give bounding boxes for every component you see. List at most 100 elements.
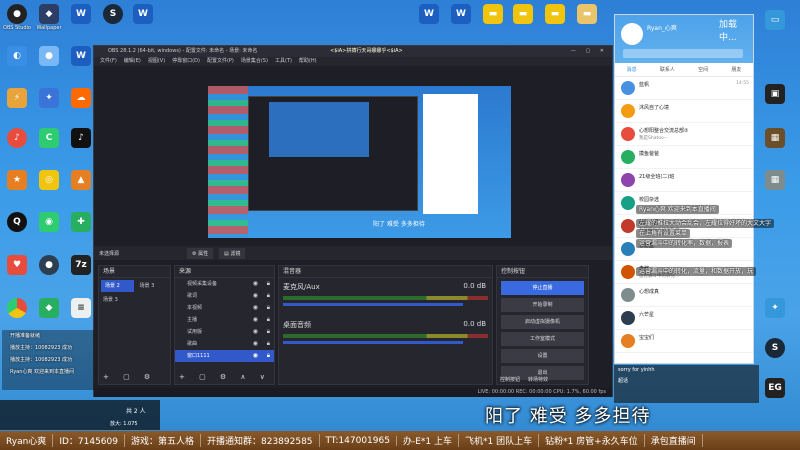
tab-space[interactable]: 空间 [698,63,708,76]
scene-item[interactable]: 场景 2 [101,280,134,292]
list-item[interactable]: 心想阳整合交流总部② 我是Shatoo-- [615,123,753,146]
desktop-icon-app-12[interactable]: ◆ [34,298,64,318]
menu-file[interactable]: 文件(F) [100,57,117,66]
menu-help[interactable]: 帮助(H) [299,57,317,66]
start-recording-button[interactable]: 开始录制 [501,298,584,312]
obs-menu-bar[interactable]: 文件(F) 编辑(E) 视图(V) 停靠窗口(D) 配置文件(P) 场景集合(S… [94,57,612,66]
desktop-icon-chrome[interactable] [2,298,32,318]
desktop-icon-word-3[interactable]: W [66,46,96,66]
mixer-channel[interactable]: 麦克风/Aux 0.0 dB [279,278,492,316]
mixer-channel[interactable]: 桌面音频 0.0 dB [279,316,492,354]
tab-friends[interactable]: 朋友 [731,63,741,76]
desktop-icon-app-6[interactable]: ★ [2,170,32,190]
desktop-icon-steam[interactable]: S [98,4,128,24]
eye-icon[interactable]: ◉ [253,350,258,362]
lock-icon[interactable]: 🔒︎ [267,338,270,350]
list-item[interactable]: 六芒星 [615,307,753,330]
menu-view[interactable]: 视图(V) [148,57,165,66]
sources-dock[interactable]: 来源 视频采集设备 ◉ 🔒︎ 歌词 ◉ 🔒︎ 本视频 ◉ 🔒︎ 主播 ◉ 🔒︎ 试用版 ◉ 🔒︎ 歌… [174,265,275,385]
list-item[interactable]: 蓝帆 14:55 [615,77,753,100]
desktop-icon-app-4[interactable]: ✦ [34,88,64,108]
source-item[interactable]: 歌词 ◉ 🔒︎ [175,290,274,302]
lock-icon[interactable]: 🔒︎ [267,326,270,338]
list-item[interactable]: 心想成真 [615,284,753,307]
scenes-dock[interactable]: 场景 场景 2 场景 3 场景 3 + ▢ ⚙ [98,265,171,385]
tab-messages[interactable]: 消息 [627,63,637,76]
eye-icon[interactable]: ◉ [253,290,258,302]
desktop-icon-obs[interactable]: ● OBS Studio [2,4,32,31]
desktop-icon-app-3[interactable]: ⚡ [2,88,32,108]
desktop-icon-folder-4[interactable]: ▬ [572,4,602,24]
properties-button[interactable]: ⚙ 属性 [187,248,214,259]
source-item[interactable]: 窗口1111 ◉ 🔒︎ [175,350,274,362]
desktop-icon-word[interactable]: W [66,4,96,24]
source-item[interactable]: 本视频 ◉ 🔒︎ [175,302,274,314]
source-item[interactable]: 试用版 ◉ 🔒︎ [175,326,274,338]
desktop-icon-app-7[interactable]: ◎ [34,170,64,190]
window-controls[interactable]: — ▢ ✕ [571,46,608,57]
lock-icon[interactable]: 🔒︎ [267,350,270,362]
eye-icon[interactable]: ◉ [253,278,258,290]
desktop-icon-file[interactable]: ≡ [66,298,96,318]
lock-icon[interactable]: 🔒︎ [267,278,270,290]
desktop-icon-app-2[interactable]: ● [34,46,64,66]
desktop-icon-wallpaper[interactable]: ◆ Wallpaper [34,4,64,31]
scene-toolbar[interactable]: + ▢ ⚙ [103,373,156,381]
desktop-icon-folder-1[interactable]: ▬ [478,4,508,24]
eye-icon[interactable]: ◉ [253,326,258,338]
desktop-icon-right-3[interactable]: ▦ [760,128,790,148]
volume-slider[interactable] [283,303,464,306]
virtual-camera-button[interactable]: 启动虚拟摄像机 [501,315,584,329]
source-item[interactable]: 主播 ◉ 🔒︎ [175,314,274,326]
desktop-icon-app-1[interactable]: ◐ [2,46,32,66]
list-item[interactable]: 摸鱼爸爸 [615,146,753,169]
lock-icon[interactable]: 🔒︎ [267,302,270,314]
menu-edit[interactable]: 编辑(E) [124,57,141,66]
qq-panel[interactable]: Ryan_心爽 加载中... 消息 联系人 空间 朋友 蓝帆 14:55 沐风自了… [614,14,754,364]
desktop-icon-word-5[interactable]: W [446,4,476,24]
desktop-icon-app-11[interactable]: ● [34,255,64,275]
desktop-icon-right-2[interactable]: ▣ [760,84,790,104]
desktop-icon-wechat[interactable]: ◉ [34,212,64,232]
desktop-icon-7zip[interactable]: 7z [66,255,96,275]
eye-icon[interactable]: ◉ [253,314,258,326]
tab-controls[interactable]: 控制按钮 [500,376,520,383]
desktop-icon-app-8[interactable]: ▲ [66,170,96,190]
controls-dock[interactable]: 控制按钮 停止直播 开始录制 启动虚拟摄像机 工作室模式 设置 退出 [496,265,589,385]
menu-scene-collection[interactable]: 场景集合(S) [241,57,268,66]
scene-item[interactable]: 场景 3 [136,280,169,292]
lock-icon[interactable]: 🔒︎ [267,314,270,326]
desktop-icon-qq[interactable]: Q [2,212,32,232]
desktop-icon-right-1[interactable]: ▭ [760,10,790,30]
eye-icon[interactable]: ◉ [253,338,258,350]
qq-tabs[interactable]: 消息 联系人 空间 朋友 [615,63,753,77]
desktop-icon-word-4[interactable]: W [414,4,444,24]
eye-icon[interactable]: ◉ [253,302,258,314]
scene-item[interactable]: 场景 3 [99,294,170,306]
source-item[interactable]: 视频采集设备 ◉ 🔒︎ [175,278,274,290]
volume-slider[interactable] [283,341,464,344]
stop-streaming-button[interactable]: 停止直播 [501,281,584,295]
obs-window[interactable]: OBS 28.1.2 (64-bit, windows) - 配置文件: 未命名… [93,45,613,397]
tab-transitions[interactable]: 转场特效 [528,376,548,383]
source-toolbar-buttons[interactable]: + ▢ ⚙ ∧ ∨ [179,373,271,381]
desktop-icon-app-9[interactable]: ✚ [66,212,96,232]
avatar[interactable] [621,23,643,45]
desktop-icon-right-4[interactable]: ▦ [760,170,790,190]
desktop-icon-steam-2[interactable]: S [760,338,790,358]
list-item[interactable]: 沐风自了心境 [615,100,753,123]
chat-list[interactable]: 蓝帆 14:55 沐风自了心境 心想阳整合交流总部② 我是Shatoo-- 摸鱼爸爸… [615,77,753,353]
filters-button[interactable]: ▤ 滤镜 [219,248,246,259]
list-item[interactable]: 宝宝们 [615,330,753,353]
desktop-icon-right-5[interactable]: ✦ [760,298,790,318]
desktop-icon-app-10[interactable]: ♥ [2,255,32,275]
studio-mode-button[interactable]: 工作室模式 [501,332,584,346]
desktop-icon-netease[interactable]: ♪ [2,128,32,148]
menu-tools[interactable]: 工具(T) [275,57,292,66]
settings-button[interactable]: 设置 [501,349,584,363]
desktop-icon-tiktok[interactable]: ♪ [66,128,96,148]
obs-preview[interactable]: 阳了 难受 多多担待 [208,86,511,238]
desktop-icon-folder-3[interactable]: ▬ [540,4,570,24]
tab-contacts[interactable]: 联系人 [660,63,675,76]
desktop-icon-word-2[interactable]: W [128,4,158,24]
